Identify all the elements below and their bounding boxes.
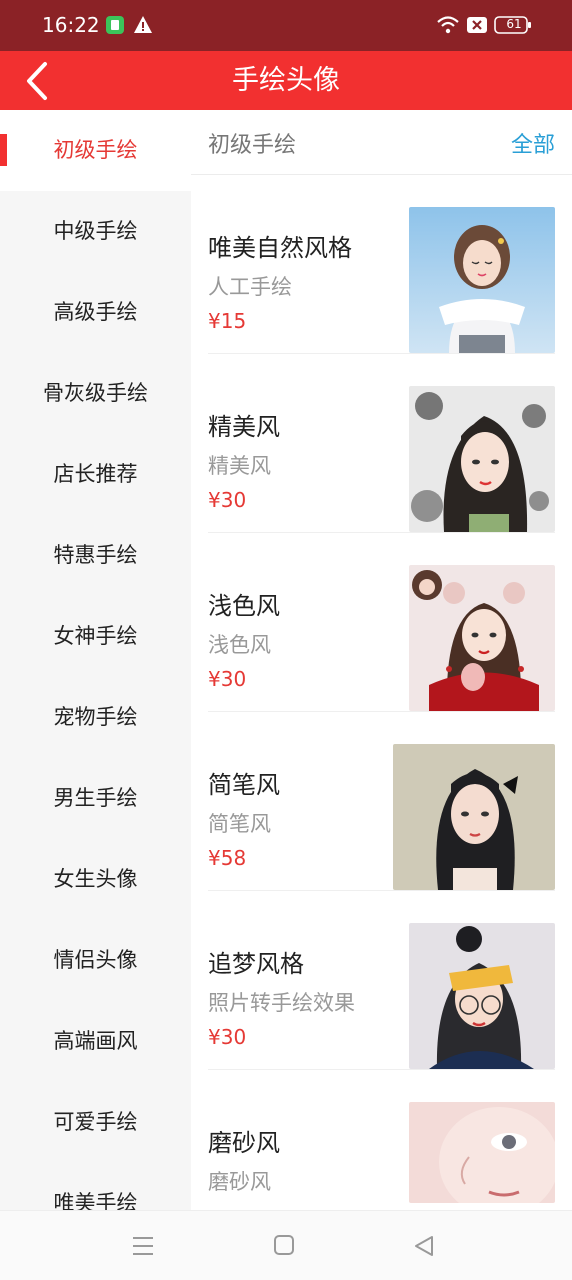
menu-nav-button[interactable] <box>130 1233 156 1259</box>
sidebar-item[interactable]: 女神手绘 <box>0 596 191 677</box>
battery-level: 61 <box>506 17 522 31</box>
sidebar-item-label: 高级手绘 <box>53 300 138 324</box>
sidebar-item[interactable]: 女生头像 <box>0 839 191 920</box>
sidebar-item-label: 女神手绘 <box>53 624 138 648</box>
sidebar-item-label: 特惠手绘 <box>53 543 138 567</box>
sidebar-item[interactable]: 男生手绘 <box>0 758 191 839</box>
sidebar-item[interactable]: 高端画风 <box>0 1001 191 1082</box>
product-item[interactable]: 追梦风格 照片转手绘效果 ¥30 <box>208 891 555 1070</box>
sidebar-item[interactable]: 中级手绘 <box>0 191 191 272</box>
section-header: 初级手绘 全部 <box>191 110 572 175</box>
section-title: 初级手绘 <box>208 133 297 158</box>
active-indicator <box>0 134 7 166</box>
back-triangle-icon <box>415 1236 433 1256</box>
product-name: 磨砂风 <box>208 1129 280 1157</box>
sidebar-item[interactable]: 宠物手绘 <box>0 677 191 758</box>
sidebar-item-label: 店长推荐 <box>53 462 138 486</box>
product-panel[interactable]: 初级手绘 全部 唯美自然风格 人工手绘 ¥15 精美风 精美风 ¥30 浅色风 … <box>191 110 572 1210</box>
home-square-icon <box>274 1235 294 1255</box>
product-item[interactable]: 磨砂风 磨砂风 <box>208 1070 555 1210</box>
sidebar-item[interactable]: 可爱手绘 <box>0 1082 191 1163</box>
sim-icon <box>466 15 488 39</box>
product-item[interactable]: 浅色风 浅色风 ¥30 <box>208 533 555 712</box>
sidebar-item-label: 骨灰级手绘 <box>43 381 148 405</box>
product-name: 浅色风 <box>208 592 280 620</box>
sidebar-item[interactable]: 情侣头像 <box>0 920 191 1001</box>
product-thumbnail[interactable] <box>409 923 555 1069</box>
product-price: ¥15 <box>208 309 247 333</box>
product-price: ¥30 <box>208 667 247 691</box>
system-nav-bar <box>0 1210 572 1280</box>
product-thumbnail[interactable] <box>409 386 555 532</box>
product-item[interactable]: 简笔风 简笔风 ¥58 <box>208 712 555 891</box>
app-notification-icon <box>105 15 125 39</box>
category-sidebar[interactable]: 初级手绘 中级手绘 高级手绘 骨灰级手绘 店长推荐 特惠手绘 女神手绘 宠物手绘… <box>0 110 191 1210</box>
sidebar-item[interactable]: 唯美手绘 <box>0 1163 191 1210</box>
product-desc: 浅色风 <box>208 633 271 657</box>
product-thumbnail[interactable] <box>409 207 555 353</box>
wifi-icon <box>436 14 460 40</box>
product-name: 简笔风 <box>208 771 280 799</box>
product-thumbnail[interactable] <box>393 744 555 890</box>
sidebar-item-label: 男生手绘 <box>53 786 138 810</box>
sidebar-item-label: 情侣头像 <box>53 948 138 972</box>
product-thumbnail[interactable] <box>409 1102 555 1203</box>
sidebar-item[interactable]: 高级手绘 <box>0 272 191 353</box>
product-price: ¥58 <box>208 846 247 870</box>
product-desc: 精美风 <box>208 454 271 478</box>
sidebar-item-label: 宠物手绘 <box>53 705 138 729</box>
menu-icon <box>133 1237 153 1255</box>
product-item[interactable]: 唯美自然风格 人工手绘 ¥15 <box>208 175 555 354</box>
sidebar-item-label: 高端画风 <box>53 1029 138 1053</box>
sidebar-item[interactable]: 店长推荐 <box>0 434 191 515</box>
sidebar-item-label: 可爱手绘 <box>53 1110 138 1134</box>
sidebar-item-label: 唯美手绘 <box>53 1191 138 1210</box>
product-thumbnail[interactable] <box>409 565 555 711</box>
product-price: ¥30 <box>208 1025 247 1049</box>
sidebar-item-label: 女生头像 <box>53 867 138 891</box>
product-name: 追梦风格 <box>208 950 304 978</box>
product-desc: 人工手绘 <box>208 275 292 299</box>
sidebar-item-active[interactable]: 初级手绘 <box>0 110 191 191</box>
product-desc: 简笔风 <box>208 812 271 836</box>
product-item[interactable]: 精美风 精美风 ¥30 <box>208 354 555 533</box>
page-title: 手绘头像 <box>232 65 340 96</box>
see-all-link[interactable]: 全部 <box>511 127 555 159</box>
product-list: 唯美自然风格 人工手绘 ¥15 精美风 精美风 ¥30 浅色风 浅色风 ¥30 … <box>191 175 572 1210</box>
back-nav-button[interactable] <box>412 1233 438 1259</box>
product-price: ¥30 <box>208 488 247 512</box>
sidebar-item-label: 中级手绘 <box>53 219 138 243</box>
product-name: 精美风 <box>208 413 280 441</box>
product-desc: 磨砂风 <box>208 1170 271 1194</box>
status-bar: 16:22 61 <box>0 0 572 51</box>
status-time: 16:22 <box>42 13 100 37</box>
warning-icon <box>133 15 153 39</box>
sidebar-item[interactable]: 特惠手绘 <box>0 515 191 596</box>
product-desc: 照片转手绘效果 <box>208 991 355 1015</box>
product-name: 唯美自然风格 <box>208 234 352 262</box>
home-nav-button[interactable] <box>272 1233 298 1259</box>
title-bar: 手绘头像 <box>0 51 572 110</box>
sidebar-item[interactable]: 骨灰级手绘 <box>0 353 191 434</box>
sidebar-item-label: 初级手绘 <box>53 138 138 162</box>
